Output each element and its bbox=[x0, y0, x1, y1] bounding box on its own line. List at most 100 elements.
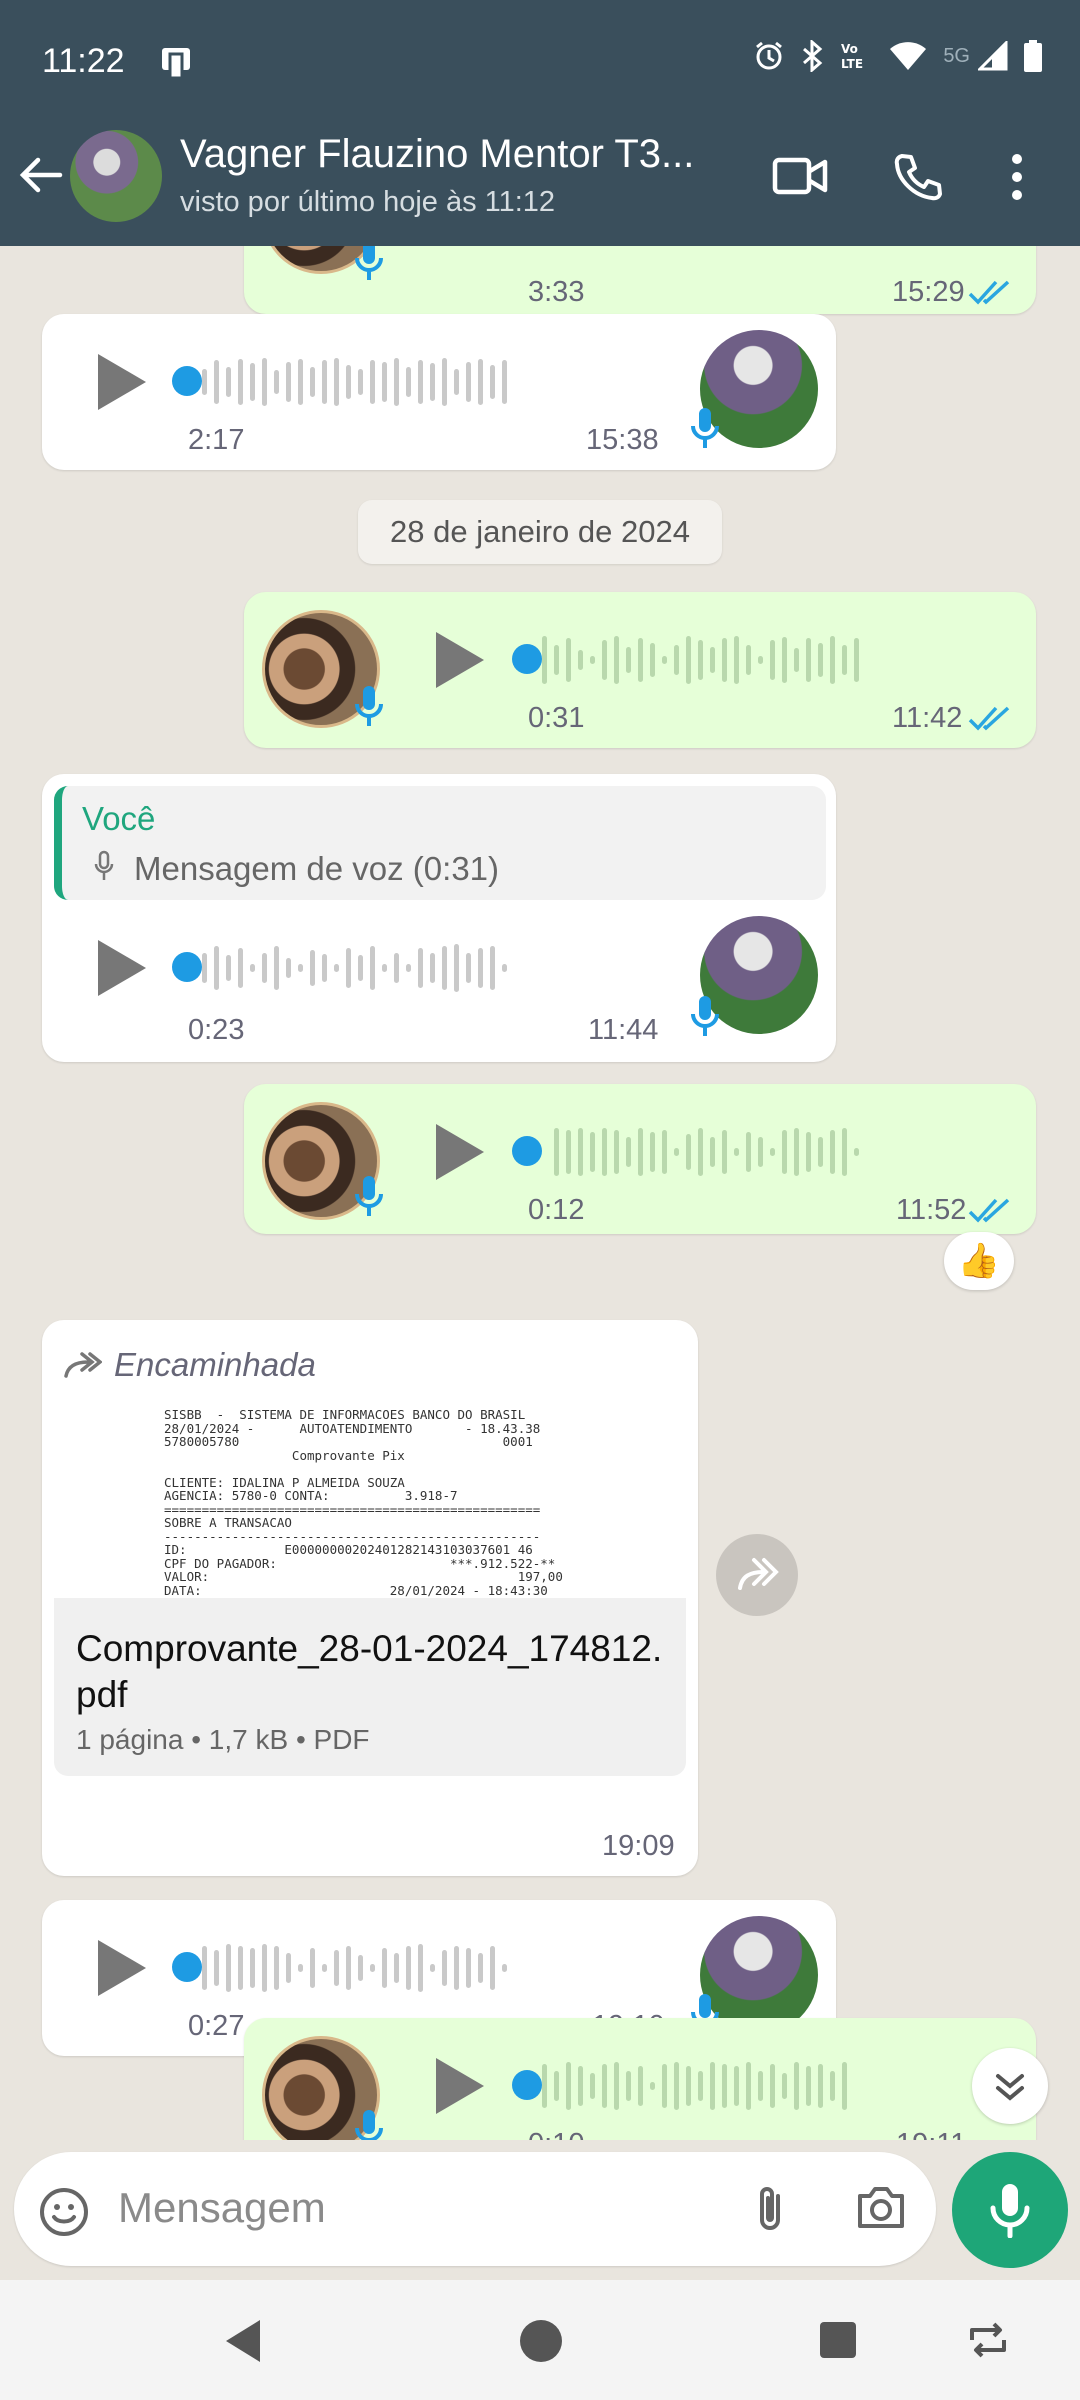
more-options-icon[interactable] bbox=[1010, 152, 1024, 202]
last-seen: visto por último hoje às 11:12 bbox=[180, 186, 556, 218]
document-info[interactable]: Comprovante_28-01-2024_174812.pdf 1 pági… bbox=[54, 1598, 686, 1776]
chat-area[interactable]: 3:33 15:29 2:17 15:38 28 de janeiro de 2… bbox=[0, 246, 1080, 2140]
message-input[interactable]: Mensagem bbox=[118, 2184, 326, 2232]
network-type: 5G bbox=[943, 44, 970, 67]
contact-name[interactable]: Vagner Flauzino Mentor T3... bbox=[180, 132, 694, 177]
message-voice-out[interactable]: 0:31 11:42 bbox=[244, 592, 1036, 748]
voice-duration: 0:23 bbox=[188, 1014, 245, 1046]
play-icon[interactable] bbox=[436, 632, 484, 688]
mic-icon bbox=[94, 850, 114, 880]
message-voice-out[interactable]: 0:12 11:52 bbox=[244, 1084, 1036, 1234]
play-icon[interactable] bbox=[436, 2058, 484, 2114]
video-call-icon[interactable] bbox=[772, 154, 828, 198]
message-time: 19:11 bbox=[896, 2128, 966, 2140]
message-voice-in[interactable]: 2:17 15:38 bbox=[42, 314, 836, 470]
voice-duration: 2:17 bbox=[188, 424, 245, 456]
rotate-icon[interactable] bbox=[966, 2320, 1010, 2360]
quote-author: Você bbox=[82, 800, 156, 837]
message-time: 15:29 bbox=[892, 276, 965, 308]
voice-progress-dot[interactable] bbox=[172, 366, 202, 396]
voice-waveform[interactable] bbox=[202, 352, 507, 412]
forward-icon bbox=[64, 1352, 102, 1378]
signal-icon bbox=[978, 41, 1008, 71]
phone-icon[interactable] bbox=[892, 152, 942, 202]
quote-text: Mensagem de voz (0:31) bbox=[134, 850, 500, 887]
back-arrow-icon[interactable] bbox=[16, 150, 66, 200]
message-time: 11:44 bbox=[588, 1014, 659, 1046]
system-nav-bar bbox=[0, 2280, 1080, 2400]
voice-waveform[interactable] bbox=[554, 1122, 859, 1182]
record-voice-button[interactable] bbox=[952, 2152, 1068, 2268]
reaction-thumbs-up[interactable]: 👍 bbox=[944, 1232, 1014, 1290]
share-button[interactable] bbox=[716, 1534, 798, 1616]
battery-icon bbox=[1024, 40, 1042, 72]
voice-waveform[interactable] bbox=[542, 630, 859, 690]
quoted-message[interactable]: Você Mensagem de voz (0:31) bbox=[54, 786, 826, 900]
voice-duration: 0:31 bbox=[528, 702, 585, 734]
play-icon[interactable] bbox=[436, 1124, 484, 1180]
voice-progress-dot[interactable] bbox=[172, 1952, 202, 1982]
read-ticks-icon bbox=[968, 1198, 1010, 1223]
message-time: 15:38 bbox=[586, 424, 659, 456]
message-time: 11:52 bbox=[896, 1194, 967, 1226]
bluetooth-icon bbox=[803, 40, 823, 72]
message-document-in[interactable]: Encaminhada SISBB - SISTEMA DE INFORMACO… bbox=[42, 1320, 698, 1876]
scroll-down-button[interactable] bbox=[972, 2048, 1048, 2124]
voice-duration: 3:33 bbox=[528, 276, 585, 308]
wifi-icon bbox=[890, 42, 927, 70]
voice-waveform[interactable] bbox=[202, 938, 507, 998]
message-voice-out[interactable]: 0:10 19:11 bbox=[244, 2018, 1036, 2140]
share-icon bbox=[738, 1558, 779, 1590]
contact-avatar[interactable] bbox=[70, 130, 162, 222]
voice-waveform[interactable] bbox=[202, 1938, 507, 1998]
play-icon[interactable] bbox=[98, 1940, 146, 1996]
scroll-down-icon bbox=[996, 2074, 1024, 2101]
voice-progress-dot[interactable] bbox=[512, 1136, 542, 1166]
mic-icon bbox=[691, 408, 719, 448]
message-voice-out[interactable]: 3:33 15:29 bbox=[244, 246, 1036, 314]
svg-text:LTE: LTE bbox=[841, 57, 863, 71]
nav-home-icon[interactable] bbox=[520, 2320, 562, 2362]
nav-recents-icon[interactable] bbox=[820, 2322, 856, 2358]
attach-icon[interactable] bbox=[748, 2182, 792, 2236]
camera-icon[interactable] bbox=[854, 2184, 908, 2232]
message-field[interactable]: Mensagem bbox=[14, 2152, 936, 2266]
top-bar: 11:22 Vo LTE 5G Vagner Flauzino Mentor T3… bbox=[0, 0, 1080, 246]
document-preview-text: SISBB - SISTEMA DE INFORMACOES BANCO DO … bbox=[164, 1407, 563, 1598]
mic-icon bbox=[355, 2110, 383, 2140]
notification-icon bbox=[162, 48, 190, 80]
voice-progress-dot[interactable] bbox=[512, 644, 542, 674]
mic-icon bbox=[355, 1176, 383, 1216]
alarm-icon bbox=[756, 41, 783, 70]
message-time: 19:09 bbox=[602, 1830, 675, 1862]
document-file-name: Comprovante_28-01-2024_174812.pdf bbox=[76, 1628, 663, 1715]
status-time: 11:22 bbox=[42, 42, 125, 80]
record-mic-icon bbox=[990, 2184, 1030, 2238]
read-ticks-icon bbox=[968, 706, 1010, 731]
forwarded-label: Encaminhada bbox=[114, 1346, 316, 1383]
svg-text:Vo: Vo bbox=[841, 42, 858, 56]
voice-duration: 0:10 bbox=[528, 2128, 584, 2140]
voice-duration: 0:12 bbox=[528, 1194, 585, 1226]
voice-duration: 0:27 bbox=[188, 2010, 245, 2042]
chat-header[interactable]: Vagner Flauzino Mentor T3... visto por ú… bbox=[0, 120, 1080, 246]
mic-icon bbox=[691, 996, 719, 1036]
volte-icon: VoLTE bbox=[841, 42, 863, 71]
play-icon[interactable] bbox=[98, 940, 146, 996]
document-meta: 1 página • 1,7 kB • PDF bbox=[76, 1724, 370, 1755]
play-icon[interactable] bbox=[98, 354, 146, 410]
voice-progress-dot[interactable] bbox=[512, 2070, 542, 2100]
message-time: 11:42 bbox=[892, 702, 963, 734]
emoji-icon[interactable] bbox=[38, 2186, 90, 2238]
read-ticks-icon bbox=[968, 280, 1010, 305]
message-voice-in-reply[interactable]: Você Mensagem de voz (0:31) 0:23 11:44 bbox=[42, 774, 836, 1062]
mic-icon bbox=[355, 246, 383, 280]
status-bar: 11:22 Vo LTE 5G bbox=[0, 0, 1080, 120]
voice-progress-dot[interactable] bbox=[172, 952, 202, 982]
input-bar: Mensagem bbox=[0, 2140, 1080, 2280]
voice-waveform[interactable] bbox=[542, 2056, 847, 2116]
date-separator: 28 de janeiro de 2024 bbox=[358, 500, 722, 564]
nav-back-icon[interactable] bbox=[222, 2318, 262, 2364]
mic-icon bbox=[355, 686, 383, 726]
status-icons: Vo LTE 5G bbox=[753, 40, 1042, 72]
